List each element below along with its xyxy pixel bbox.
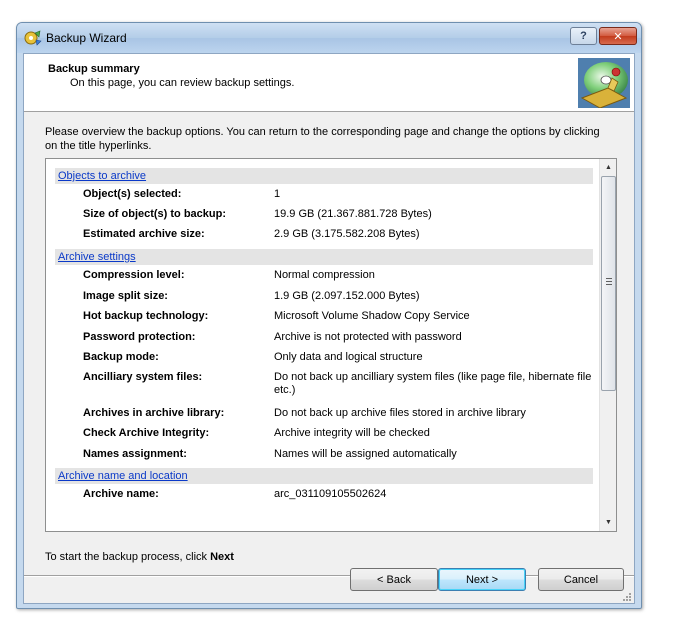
row-value: Archive integrity will be checked <box>274 427 430 439</box>
page-description: Please overview the backup options. You … <box>45 126 600 152</box>
resize-grip-icon[interactable] <box>622 592 632 602</box>
row-value: Only data and logical structure <box>274 351 423 363</box>
row-label: Hot backup technology: <box>83 310 209 322</box>
row-value: Microsoft Volume Shadow Copy Service <box>274 310 470 322</box>
footer-instruction-next: Next <box>210 551 234 563</box>
footer-instruction: To start the backup process, click Next <box>45 551 234 563</box>
row-label: Names assignment: <box>83 448 187 460</box>
row-label: Estimated archive size: <box>83 228 205 240</box>
page-title: Backup summary <box>48 63 140 75</box>
section-archive-settings: Archive settings <box>55 249 593 265</box>
page-subtitle: On this page, you can review backup sett… <box>70 77 295 89</box>
vertical-scrollbar[interactable]: ▲ ▼ <box>599 159 616 531</box>
row-label: Compression level: <box>83 269 185 281</box>
scrollbar-thumb[interactable] <box>601 176 616 391</box>
row-value: Archive is not protected with password <box>274 331 462 343</box>
next-button[interactable]: Next > <box>438 568 526 591</box>
row-label: Check Archive Integrity: <box>83 427 210 439</box>
scroll-up-arrow-icon[interactable]: ▲ <box>600 159 616 176</box>
row-value: 1 <box>274 188 281 200</box>
row-label: Archives in archive library: <box>83 407 225 419</box>
wizard-app-icon <box>24 30 42 46</box>
row-value: Normal compression <box>274 269 375 281</box>
row-label: Image split size: <box>83 290 168 302</box>
row-label: Backup mode: <box>83 351 159 363</box>
row-value: Do not back up archive files stored in a… <box>274 407 526 419</box>
scroll-down-arrow-icon[interactable]: ▼ <box>600 514 616 531</box>
scrollbar-grip-icon <box>606 278 612 285</box>
title-bar[interactable]: Backup Wizard ? ✕ <box>17 23 641 53</box>
row-label: Archive name: <box>83 488 159 500</box>
row-value: arc_031109105502624 <box>274 488 387 500</box>
archive-name-location-link[interactable]: Archive name and location <box>58 470 188 482</box>
footer-instruction-text: To start the backup process, click <box>45 551 211 563</box>
wizard-header: Backup summary On this page, you can rev… <box>24 54 634 112</box>
wizard-client-area: Backup summary On this page, you can rev… <box>23 53 635 604</box>
row-label: Object(s) selected: <box>83 188 182 200</box>
objects-to-archive-link[interactable]: Objects to archive <box>58 170 146 182</box>
cancel-button[interactable]: Cancel <box>538 568 624 591</box>
back-button[interactable]: < Back <box>350 568 438 591</box>
backup-summary-list[interactable]: Objects to archive Object(s) selected: 1… <box>45 158 617 532</box>
close-button[interactable]: ✕ <box>599 27 637 45</box>
archive-settings-link[interactable]: Archive settings <box>58 251 136 263</box>
row-value: 1.9 GB (2.097.152.000 Bytes) <box>274 290 420 302</box>
row-value: 19.9 GB (21.367.881.728 Bytes) <box>274 208 432 220</box>
row-label: Ancilliary system files: <box>83 371 203 383</box>
backup-disk-icon <box>578 58 630 108</box>
backup-wizard-window: Backup Wizard ? ✕ Backup summary On this… <box>16 22 642 609</box>
row-value: Do not back up ancilliary system files (… <box>274 371 592 396</box>
row-value: Names will be assigned automatically <box>274 448 457 460</box>
section-archive-name-location: Archive name and location <box>55 468 593 484</box>
row-label: Size of object(s) to backup: <box>83 208 227 220</box>
row-label: Password protection: <box>83 331 196 343</box>
window-title: Backup Wizard <box>46 31 127 45</box>
section-objects-to-archive: Objects to archive <box>55 168 593 184</box>
help-button[interactable]: ? <box>570 27 597 45</box>
row-value: 2.9 GB (3.175.582.208 Bytes) <box>274 228 420 240</box>
